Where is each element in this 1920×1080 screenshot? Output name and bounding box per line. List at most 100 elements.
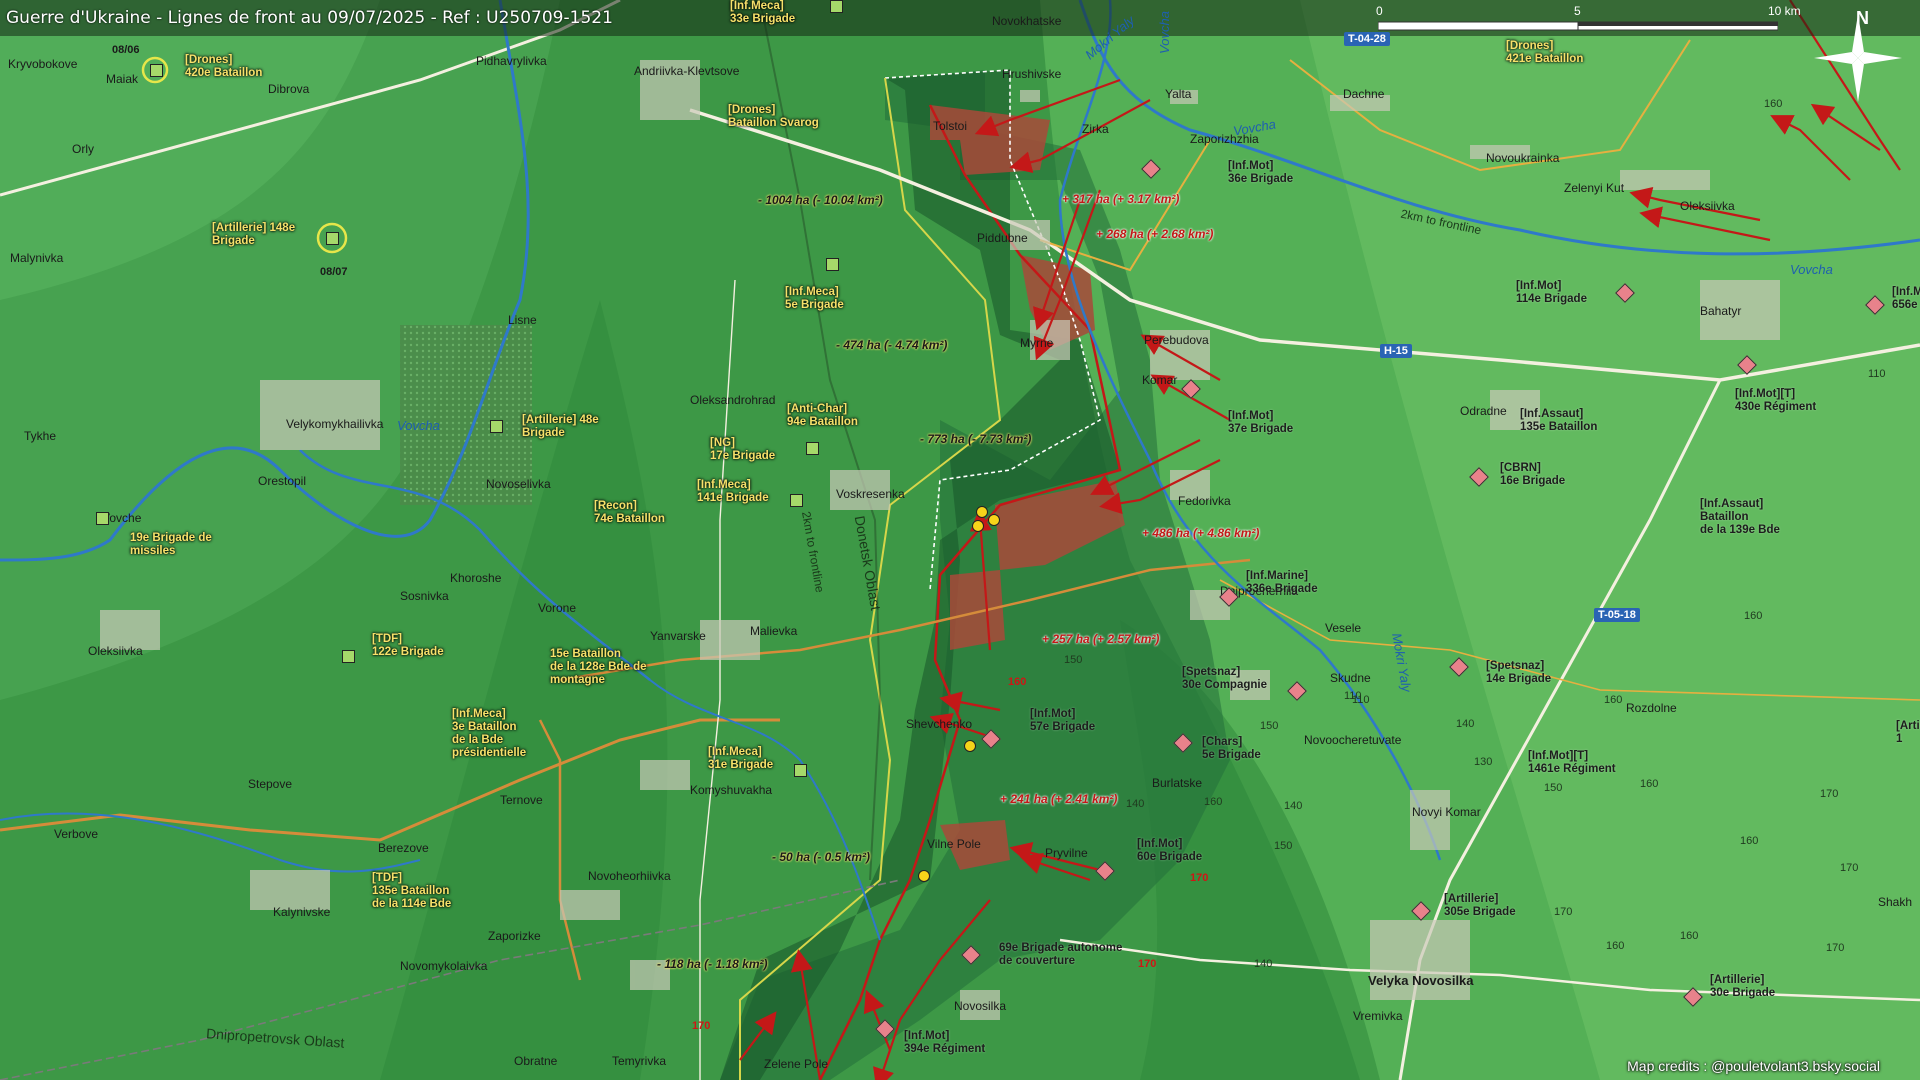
event-dot-icon[interactable] [972, 520, 984, 532]
unit-label-rus: [Inf.Assaut] Bataillon de la 139e Bde [1700, 498, 1780, 536]
gain-label-ukr: - 1004 ha (- 10.04 km²) [758, 193, 883, 207]
elevation-label: 160 [1204, 796, 1223, 808]
unit-pin-ukr-icon[interactable] [826, 258, 839, 271]
settlement-label: Ternove [500, 793, 543, 807]
elevation-label: 140 [1254, 958, 1273, 970]
unit-label-rus: [Inf.Mot] 57e Brigade [1030, 708, 1096, 733]
settlement-label: Verbove [54, 827, 99, 841]
unit-label-ukr: [Artillerie] 148e Brigade [212, 222, 296, 247]
elevation-label: 140 [1456, 718, 1475, 730]
elevation-label: 110 [1868, 368, 1886, 380]
road-sign: H-15 [1380, 344, 1412, 358]
settlement-label: Voskresenka [836, 487, 905, 501]
settlement-label: Novomykolaivka [400, 959, 488, 973]
gain-label-ukr: - 773 ha (- 7.73 km²) [920, 432, 1032, 446]
settlement-label: Orly [72, 142, 94, 156]
unit-label-rus: [Inf.Mot] 36e Brigade [1228, 160, 1294, 185]
settlement-label: Zelene Pole [764, 1057, 829, 1071]
unit-label-rus: [Spetsnaz] 30e Compagnie [1182, 666, 1267, 691]
elevation-label: 110 [1344, 690, 1362, 702]
unit-pin-ukr-icon[interactable] [790, 494, 803, 507]
unit-pin-ukr-icon[interactable] [342, 650, 355, 663]
event-dot-icon[interactable] [918, 870, 930, 882]
settlement-label: Zirka [1082, 122, 1109, 136]
unit-label-rus: [Inf.Assaut] 135e Bataillon [1520, 408, 1598, 433]
settlement-label: Kalynivske [273, 905, 331, 919]
settlement-label: Odradne [1460, 404, 1507, 418]
elevation-label: 160 [1740, 835, 1759, 847]
elevation-label: 170 [1554, 906, 1573, 918]
unit-pin-ukr-icon[interactable] [830, 0, 843, 13]
scale-label: 10 km [1768, 4, 1801, 18]
unit-label-ukr: [Recon] 74e Bataillon [594, 500, 665, 525]
road-sign: T-04-28 [1344, 32, 1390, 46]
elevation-label: 170 [1820, 788, 1839, 800]
settlement-label: Shevchenko [906, 717, 973, 731]
settlement-label: Lisne [508, 313, 537, 327]
elevation-label: 170 [1840, 862, 1859, 874]
settlement-label: Novosilka [954, 999, 1007, 1013]
unit-label-rus: [Inf.Mot] 656e [1892, 286, 1920, 311]
settlement-label: Dibrova [268, 82, 310, 96]
elevation-label: 160 [1640, 778, 1659, 790]
elevation-label: 170 [692, 1020, 711, 1032]
unit-label-rus: [Inf.Mot] 60e Brigade [1137, 838, 1203, 863]
unit-pin-ukr-icon[interactable] [490, 420, 503, 433]
map-view[interactable]: Guerre d'Ukraine - Lignes de front au 09… [0, 0, 1920, 1080]
unit-pin-ukr-icon[interactable] [794, 764, 807, 777]
settlement-label: Vremivka [1353, 1009, 1403, 1023]
unit-label-rus: [Inf.Marine] 336e Brigade [1246, 570, 1318, 595]
unit-label-rus: [Inf.Mot] 394e Régiment [904, 1030, 986, 1055]
settlement-label: Zelenyi Kut [1564, 181, 1625, 195]
unit-pin-ukr-icon[interactable] [96, 512, 109, 525]
event-dot-icon[interactable] [976, 506, 988, 518]
settlement-label: Novoukrainka [1486, 151, 1560, 165]
unit-label-ukr: [Drones] Bataillon Svarog [728, 104, 819, 129]
unit-label-rus: [Artillerie] 30e Brigade [1710, 974, 1776, 999]
unit-pin-ukr-icon[interactable] [326, 232, 339, 245]
river-label: Vovcha [1156, 11, 1172, 54]
settlement-label: Maiak [106, 72, 139, 86]
elevation-label: 150 [1064, 654, 1083, 666]
scale-label: 0 [1376, 4, 1383, 18]
settlement-label: Burlatske [1152, 776, 1203, 790]
unit-label-ukr: [Artillerie] 48e Brigade [522, 414, 599, 439]
settlement-label: Perebudova [1144, 333, 1209, 347]
settlement-label: Novokhatske [992, 14, 1062, 28]
gain-label-rus: + 317 ha (+ 3.17 km²) [1062, 192, 1180, 206]
settlement-label: Pidhavrylivka [476, 54, 547, 68]
settlement-label: Myrne [1020, 336, 1054, 350]
unit-label-ukr: [Inf.Meca] 31e Brigade [708, 746, 774, 771]
elevation-label: 160 [1680, 930, 1699, 942]
unit-label-ukr: [Inf.Meca] 141e Brigade [697, 479, 769, 504]
elevation-label: 150 [1260, 720, 1279, 732]
unit-label-rus: [Chars] 5e Brigade [1202, 736, 1261, 761]
event-dot-icon[interactable] [988, 514, 1000, 526]
settlement-label: Kryvobokove [8, 57, 78, 71]
river-label: Vovcha [397, 418, 440, 433]
unit-label-rus: [Spetsnaz] 14e Brigade [1486, 660, 1552, 685]
event-dot-icon[interactable] [964, 740, 976, 752]
settlement-label: Shakh [1878, 895, 1913, 909]
date-label: 08/07 [320, 266, 348, 278]
elevation-label: 160 [1744, 610, 1763, 622]
unit-label-ukr: [Inf.Meca] 3e Bataillon de la Bde présid… [452, 708, 527, 759]
settlement-label: Novoheorhiivka [588, 869, 671, 883]
unit-label-ukr: [NG] 17e Brigade [710, 437, 776, 462]
elevation-label: 140 [1126, 798, 1145, 810]
elevation-label: 170 [1826, 942, 1845, 954]
unit-label-rus: [Inf.Mot][T] 1461e Régiment [1528, 750, 1616, 775]
settlement-label: Velyka Novosilka [1368, 973, 1474, 988]
elevation-label: 160 [1008, 676, 1027, 688]
settlement-label: Malynivka [10, 251, 64, 265]
unit-pin-ukr-icon[interactable] [806, 442, 819, 455]
gain-label-rus: + 486 ha (+ 4.86 km²) [1142, 526, 1260, 540]
settlement-label: Bahatyr [1700, 304, 1742, 318]
settlement-label: Yalta [1165, 87, 1192, 101]
unit-label-ukr: [Drones] 421e Bataillon [1506, 40, 1584, 65]
unit-pin-ukr-icon[interactable] [150, 64, 163, 77]
elevation-label: 160 [1604, 694, 1623, 706]
elevation-label: 150 [1544, 782, 1563, 794]
gain-label-rus: + 241 ha (+ 2.41 km²) [1000, 792, 1118, 806]
map-credits: Map credits : @pouletvolant3.bsky.social [1627, 1058, 1880, 1074]
